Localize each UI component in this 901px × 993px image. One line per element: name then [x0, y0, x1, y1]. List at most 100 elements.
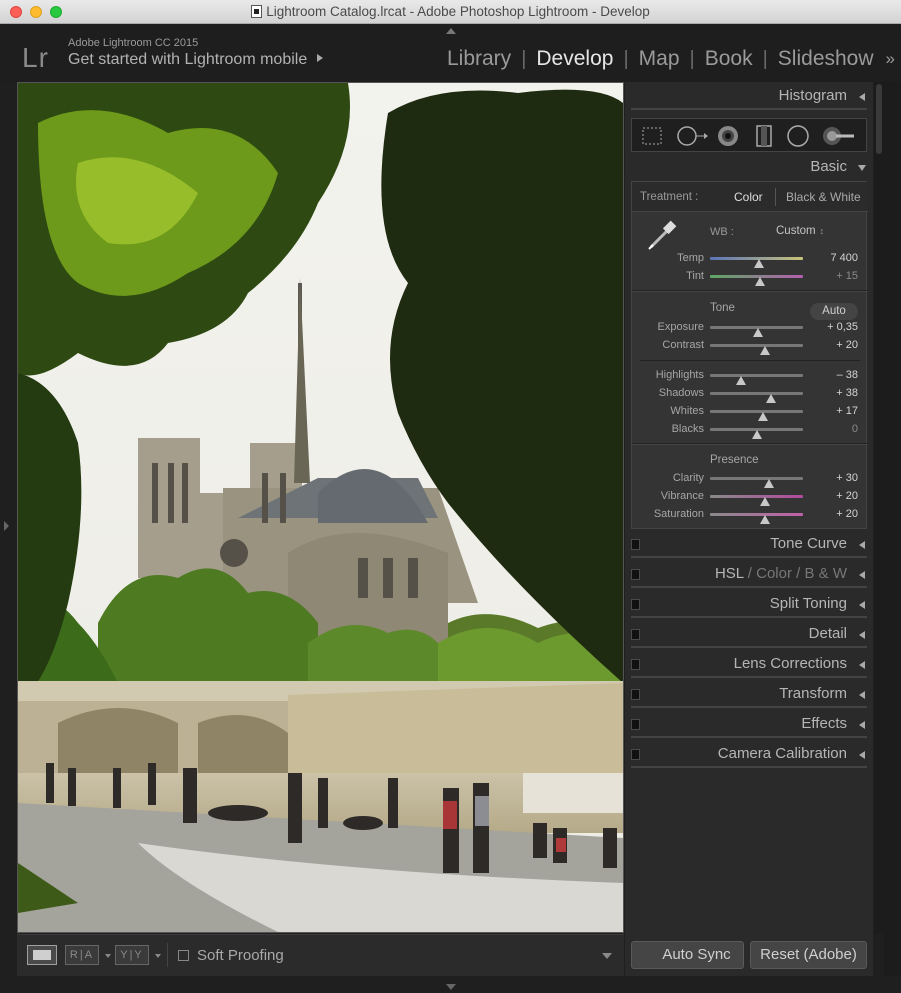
- slider-thumb[interactable]: [735, 376, 746, 385]
- toolbar-menu-icon[interactable]: [596, 944, 618, 966]
- slider-shadows[interactable]: Shadows + 38: [632, 385, 868, 403]
- collapse-top-panel-icon[interactable]: [446, 28, 456, 34]
- reset-button[interactable]: Reset (Adobe): [750, 941, 867, 969]
- slider-track[interactable]: [710, 344, 803, 355]
- slider-temp[interactable]: Temp 7 400: [632, 250, 868, 268]
- radial-filter-icon[interactable]: [786, 125, 810, 147]
- right-panel-scrollbar[interactable]: [874, 82, 884, 934]
- auto-sync-button[interactable]: Auto Sync: [631, 941, 744, 969]
- slider-thumb[interactable]: [753, 328, 764, 337]
- slider-label: Temp: [677, 252, 704, 264]
- module-map[interactable]: Map: [629, 47, 690, 71]
- auto-tone-button[interactable]: Auto: [810, 303, 858, 320]
- eyedropper-icon[interactable]: [644, 220, 680, 254]
- panel-switch[interactable]: [631, 569, 640, 580]
- slider-thumb[interactable]: [759, 497, 770, 506]
- slider-vibrance[interactable]: Vibrance + 20: [632, 488, 868, 506]
- slider-track[interactable]: [710, 410, 803, 421]
- wb-select[interactable]: Custom: [776, 225, 824, 237]
- loupe-view-button[interactable]: [27, 945, 57, 965]
- slider-track[interactable]: [710, 428, 803, 439]
- slider-saturation[interactable]: Saturation + 20: [632, 506, 868, 524]
- expand-left-panel-icon[interactable]: [4, 521, 9, 531]
- slider-value[interactable]: + 30: [836, 472, 858, 484]
- slider-value[interactable]: + 38: [836, 387, 858, 399]
- slider-thumb[interactable]: [758, 412, 768, 421]
- slider-blacks[interactable]: Blacks 0: [632, 421, 868, 439]
- tab-hsl[interactable]: HSL: [715, 565, 744, 582]
- before-after-compare-button[interactable]: Y|Y: [115, 945, 149, 965]
- panel-histogram[interactable]: Histogram: [625, 82, 873, 110]
- graduated-filter-icon[interactable]: [754, 125, 774, 147]
- tab-color[interactable]: Color: [756, 565, 792, 582]
- slider-track[interactable]: [710, 495, 803, 506]
- mobile-promo-link[interactable]: Get started with Lightroom mobile: [68, 51, 324, 69]
- slider-track[interactable]: [710, 257, 803, 268]
- module-slideshow[interactable]: Slideshow: [768, 47, 884, 71]
- before-after-button[interactable]: R|A: [65, 945, 99, 965]
- scrollbar-thumb[interactable]: [876, 84, 882, 154]
- panel-switch[interactable]: [631, 749, 640, 760]
- slider-clarity[interactable]: Clarity + 30: [632, 470, 868, 488]
- slider-whites[interactable]: Whites + 17: [632, 403, 868, 421]
- panel-detail[interactable]: Detail: [625, 620, 873, 648]
- slider-track[interactable]: [710, 392, 803, 403]
- expand-filmstrip-icon[interactable]: [446, 984, 456, 990]
- slider-value[interactable]: + 0,35: [827, 321, 858, 333]
- slider-thumb[interactable]: [754, 259, 765, 268]
- panel-switch[interactable]: [631, 539, 640, 550]
- slider-value[interactable]: 7 400: [830, 252, 858, 264]
- panel-switch[interactable]: [631, 659, 640, 670]
- slider-exposure[interactable]: Exposure + 0,35: [632, 319, 868, 337]
- slider-value[interactable]: 0: [852, 423, 858, 435]
- slider-track[interactable]: [710, 326, 803, 337]
- slider-track[interactable]: [710, 513, 803, 524]
- slider-thumb[interactable]: [763, 479, 774, 488]
- treatment-color-button[interactable]: Color: [734, 190, 763, 204]
- panel-switch[interactable]: [631, 719, 640, 730]
- before-after-dropdown-icon[interactable]: [105, 954, 111, 958]
- crop-icon[interactable]: [640, 125, 664, 147]
- spot-removal-icon[interactable]: [676, 125, 710, 147]
- slider-highlights[interactable]: Highlights – 38: [632, 367, 868, 385]
- panel-switch[interactable]: [631, 629, 640, 640]
- slider-thumb[interactable]: [759, 346, 770, 355]
- red-eye-icon[interactable]: [716, 125, 740, 147]
- slider-tint[interactable]: Tint + 15: [632, 268, 868, 286]
- panel-switch[interactable]: [631, 689, 640, 700]
- module-library[interactable]: Library: [437, 47, 521, 71]
- panel-basic[interactable]: Basic: [625, 153, 873, 181]
- slider-thumb[interactable]: [759, 515, 770, 524]
- soft-proofing-checkbox[interactable]: [178, 950, 189, 961]
- panel-title: Tone Curve: [770, 535, 847, 552]
- panel-effects[interactable]: Effects: [625, 710, 873, 738]
- panel-lens-corrections[interactable]: Lens Corrections: [625, 650, 873, 678]
- slider-thumb[interactable]: [751, 430, 762, 439]
- slider-track[interactable]: [710, 275, 803, 286]
- slider-value[interactable]: + 17: [836, 405, 858, 417]
- tab-bw[interactable]: B & W: [804, 565, 847, 582]
- photo-canvas[interactable]: [17, 82, 624, 933]
- panel-tone-curve[interactable]: Tone Curve: [625, 530, 873, 558]
- slider-track[interactable]: [710, 374, 803, 385]
- slider-value[interactable]: – 38: [837, 369, 858, 381]
- panel-transform[interactable]: Transform: [625, 680, 873, 708]
- slider-track[interactable]: [710, 477, 803, 488]
- slider-thumb[interactable]: [755, 277, 766, 286]
- panel-switch[interactable]: [631, 599, 640, 610]
- slider-contrast[interactable]: Contrast + 20: [632, 337, 868, 355]
- more-modules-icon[interactable]: »: [884, 49, 895, 69]
- slider-value[interactable]: + 20: [836, 339, 858, 351]
- panel-split-toning[interactable]: Split Toning: [625, 590, 873, 618]
- module-develop[interactable]: Develop: [526, 47, 623, 71]
- panel-hsl[interactable]: HSL / Color / B & W: [625, 560, 873, 588]
- treatment-bw-button[interactable]: Black & White: [786, 190, 861, 204]
- panel-camera-calibration[interactable]: Camera Calibration: [625, 740, 873, 768]
- slider-value[interactable]: + 20: [836, 508, 858, 520]
- adjustment-brush-icon[interactable]: [822, 125, 858, 147]
- slider-value[interactable]: + 20: [836, 490, 858, 502]
- slider-thumb[interactable]: [766, 394, 777, 403]
- slider-value[interactable]: + 15: [836, 270, 858, 282]
- module-book[interactable]: Book: [695, 47, 763, 71]
- compare-dropdown-icon[interactable]: [155, 954, 161, 958]
